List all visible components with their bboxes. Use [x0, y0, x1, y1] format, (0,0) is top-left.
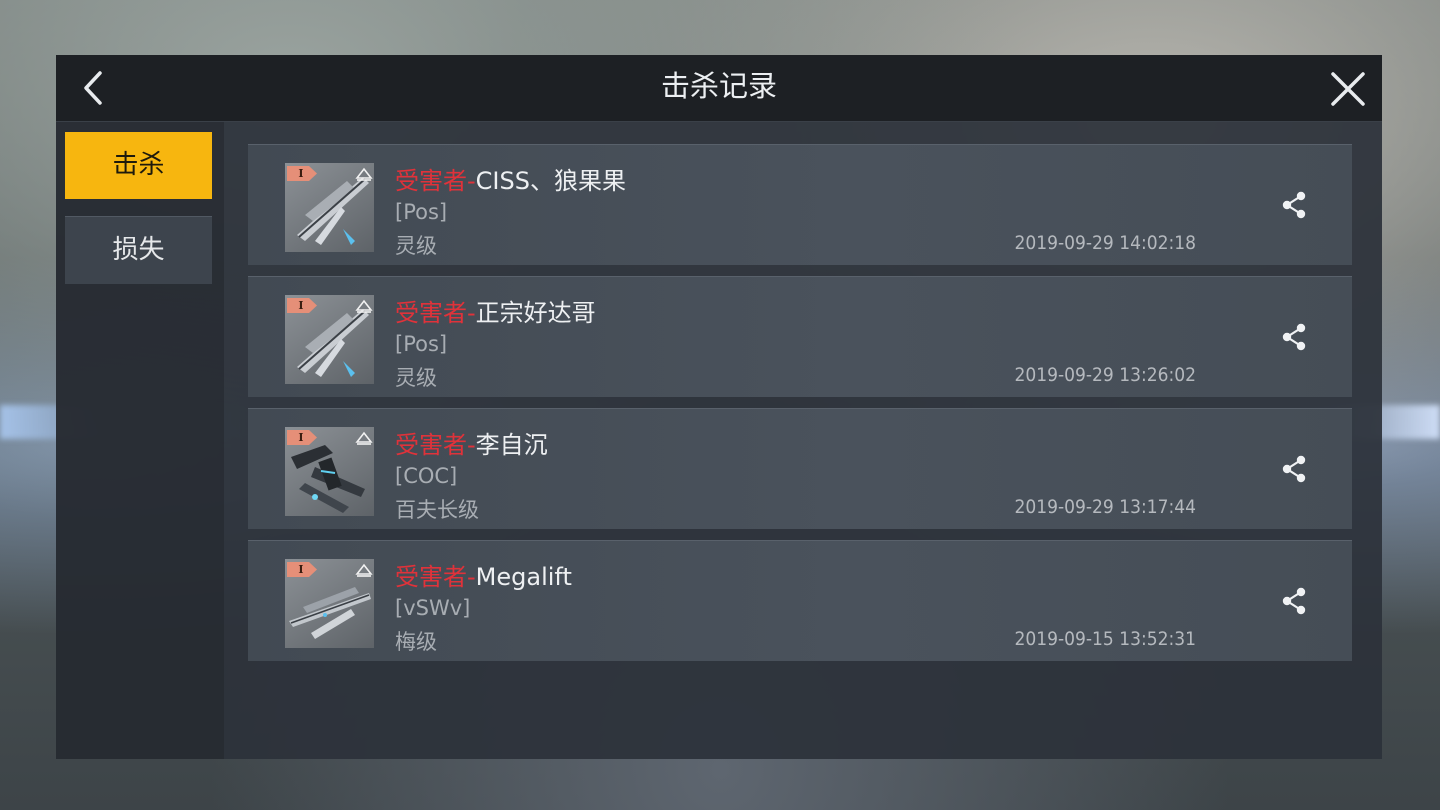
share-icon[interactable]: [1278, 189, 1310, 221]
corp-tag: [COC]: [395, 464, 458, 488]
fitting-icon: [355, 299, 373, 313]
close-icon: [1331, 72, 1365, 106]
ship-thumbnail: I: [285, 295, 374, 384]
fitting-icon: [355, 167, 373, 181]
list-item[interactable]: I 受害者-CISS、狼果果 [Pos] 灵级 2019-09-29 14:02…: [248, 144, 1352, 265]
tier-badge: I: [287, 166, 317, 181]
ship-thumbnail: I: [285, 427, 374, 516]
kill-time: 2019-09-29 13:26:02: [1014, 364, 1196, 386]
victim-line: 受害者-正宗好达哥: [395, 293, 596, 328]
close-button[interactable]: [1328, 69, 1368, 109]
panel-header: 击杀记录: [56, 55, 1382, 122]
corp-tag: [Pos]: [395, 200, 448, 224]
list-item[interactable]: I 受害者-正宗好达哥 [Pos] 灵级 2019-09-29 13:26:02: [248, 276, 1352, 397]
ship-thumbnail: I: [285, 163, 374, 252]
share-icon[interactable]: [1278, 321, 1310, 353]
victim-label: 受害者-: [395, 563, 476, 591]
victim-line: 受害者-Megalift: [395, 557, 572, 592]
victim-name: 正宗好达哥: [475, 299, 596, 327]
tab-kills[interactable]: 击杀: [65, 132, 212, 199]
tier-badge: I: [287, 562, 317, 577]
corp-tag: [Pos]: [395, 332, 448, 356]
victim-name: 李自沉: [475, 431, 548, 459]
victim-line: 受害者-李自沉: [395, 425, 548, 460]
ship-class: 梅级: [395, 630, 437, 654]
list-item[interactable]: I 受害者-李自沉 [COC] 百夫长级 2019-09-29 13:17:44: [248, 408, 1352, 529]
victim-line: 受害者-CISS、狼果果: [395, 161, 626, 196]
sidebar: 击杀 损失: [56, 122, 224, 759]
victim-label: 受害者-: [395, 167, 476, 195]
victim-name: CISS、狼果果: [475, 167, 626, 195]
kill-record-panel: 击杀记录 击杀 损失 I 受害者-CISS、狼果果 [Pos] 灵级 2019-…: [56, 55, 1382, 759]
tier-badge: I: [287, 298, 317, 313]
kill-time: 2019-09-15 13:52:31: [1014, 628, 1196, 650]
ship-class: 灵级: [395, 234, 437, 258]
tab-losses[interactable]: 损失: [65, 216, 212, 284]
fitting-icon: [355, 431, 373, 445]
victim-label: 受害者-: [395, 299, 476, 327]
share-icon[interactable]: [1278, 453, 1310, 485]
page-title: 击杀记录: [660, 69, 777, 103]
victim-name: Megalift: [475, 563, 572, 591]
ship-thumbnail: I: [285, 559, 374, 648]
ship-class: 灵级: [395, 366, 437, 390]
fitting-icon: [355, 563, 373, 577]
share-icon[interactable]: [1278, 585, 1310, 617]
list-item[interactable]: I 受害者-Megalift [vSWv] 梅级 2019-09-15 13:5…: [248, 540, 1352, 661]
kill-time: 2019-09-29 14:02:18: [1014, 232, 1196, 254]
victim-label: 受害者-: [395, 431, 476, 459]
corp-tag: [vSWv]: [395, 596, 471, 620]
tier-badge: I: [287, 430, 317, 445]
ship-class: 百夫长级: [395, 498, 479, 522]
kill-time: 2019-09-29 13:17:44: [1014, 496, 1196, 518]
